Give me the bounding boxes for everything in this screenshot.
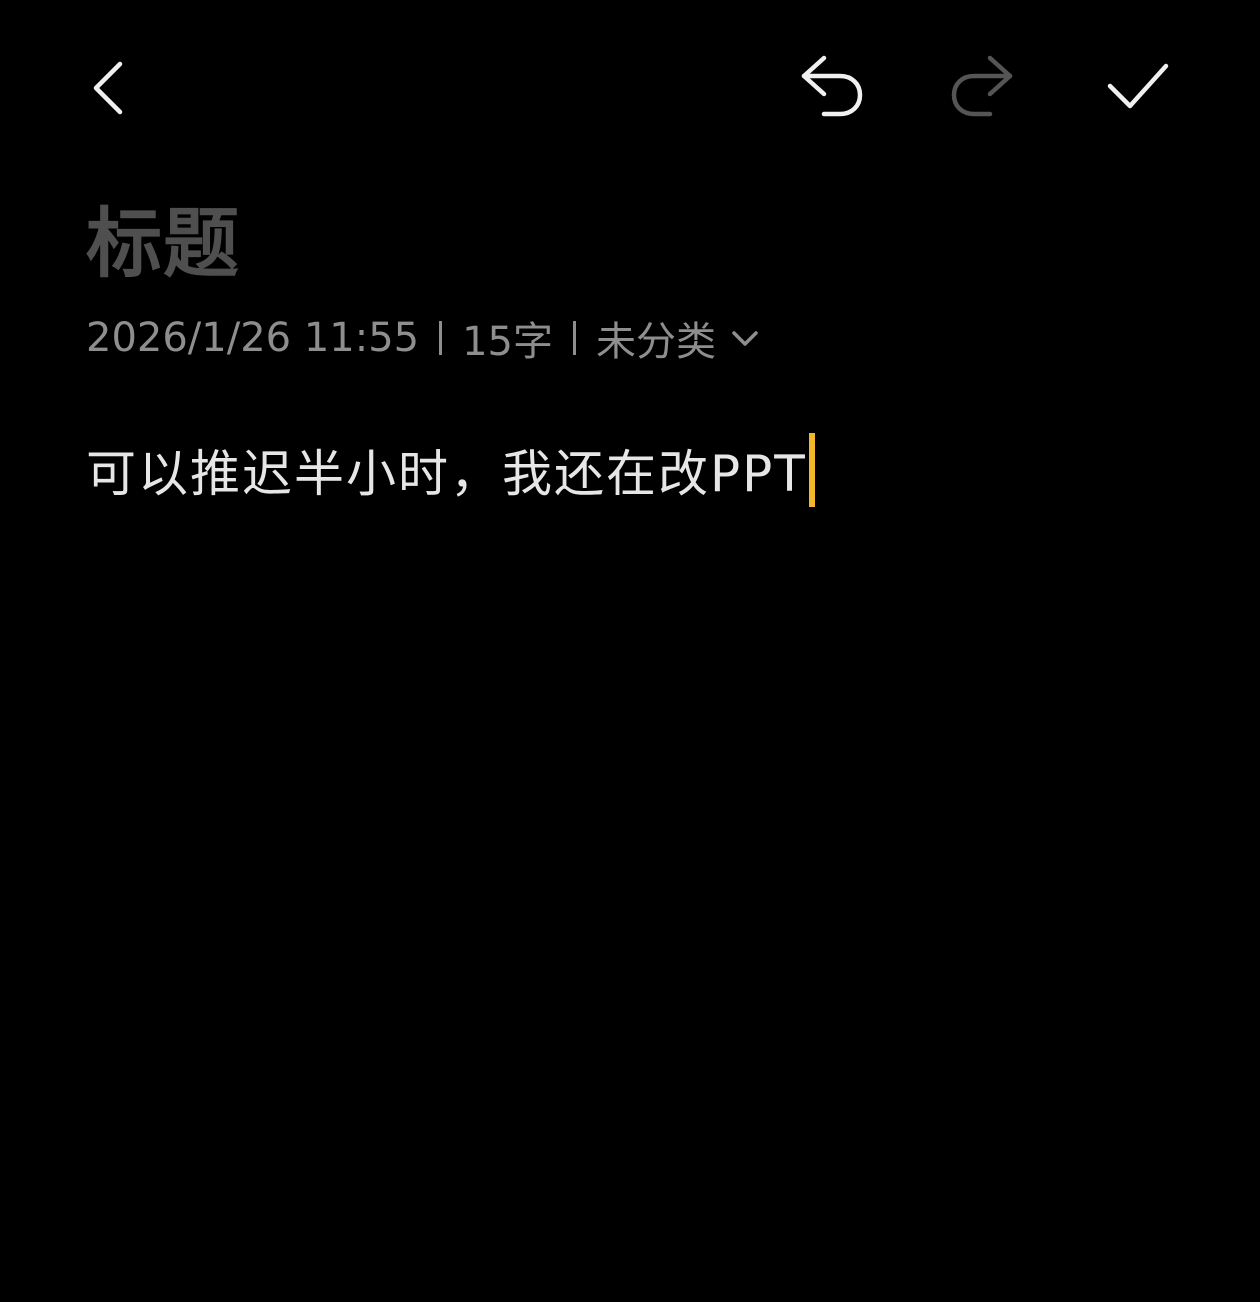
category-selector[interactable]: 未分类 xyxy=(596,309,762,367)
top-toolbar xyxy=(0,0,1260,180)
note-datetime: 2026/1/26 11:55 xyxy=(86,315,420,361)
note-content-text: 可以推迟半小时，我还在改PPT xyxy=(86,445,807,503)
meta-divider xyxy=(573,321,576,355)
chevron-down-icon xyxy=(732,331,758,346)
note-content-editor[interactable]: 可以推迟半小时，我还在改PPT xyxy=(86,432,815,508)
text-caret xyxy=(808,433,815,507)
note-word-count: 15字 xyxy=(462,319,553,365)
chevron-left-icon xyxy=(93,61,123,115)
done-button[interactable] xyxy=(1098,46,1178,126)
redo-icon xyxy=(951,55,1013,117)
checkmark-icon xyxy=(1107,63,1169,109)
undo-button[interactable] xyxy=(792,46,872,126)
back-button[interactable] xyxy=(78,48,142,128)
undo-icon xyxy=(801,55,863,117)
meta-divider xyxy=(439,321,443,355)
redo-button[interactable] xyxy=(942,46,1022,126)
note-meta-row: 2026/1/26 11:55 15字 未分类 xyxy=(86,309,762,367)
note-title-input[interactable]: 标题 xyxy=(86,196,240,292)
category-label: 未分类 xyxy=(596,319,716,365)
